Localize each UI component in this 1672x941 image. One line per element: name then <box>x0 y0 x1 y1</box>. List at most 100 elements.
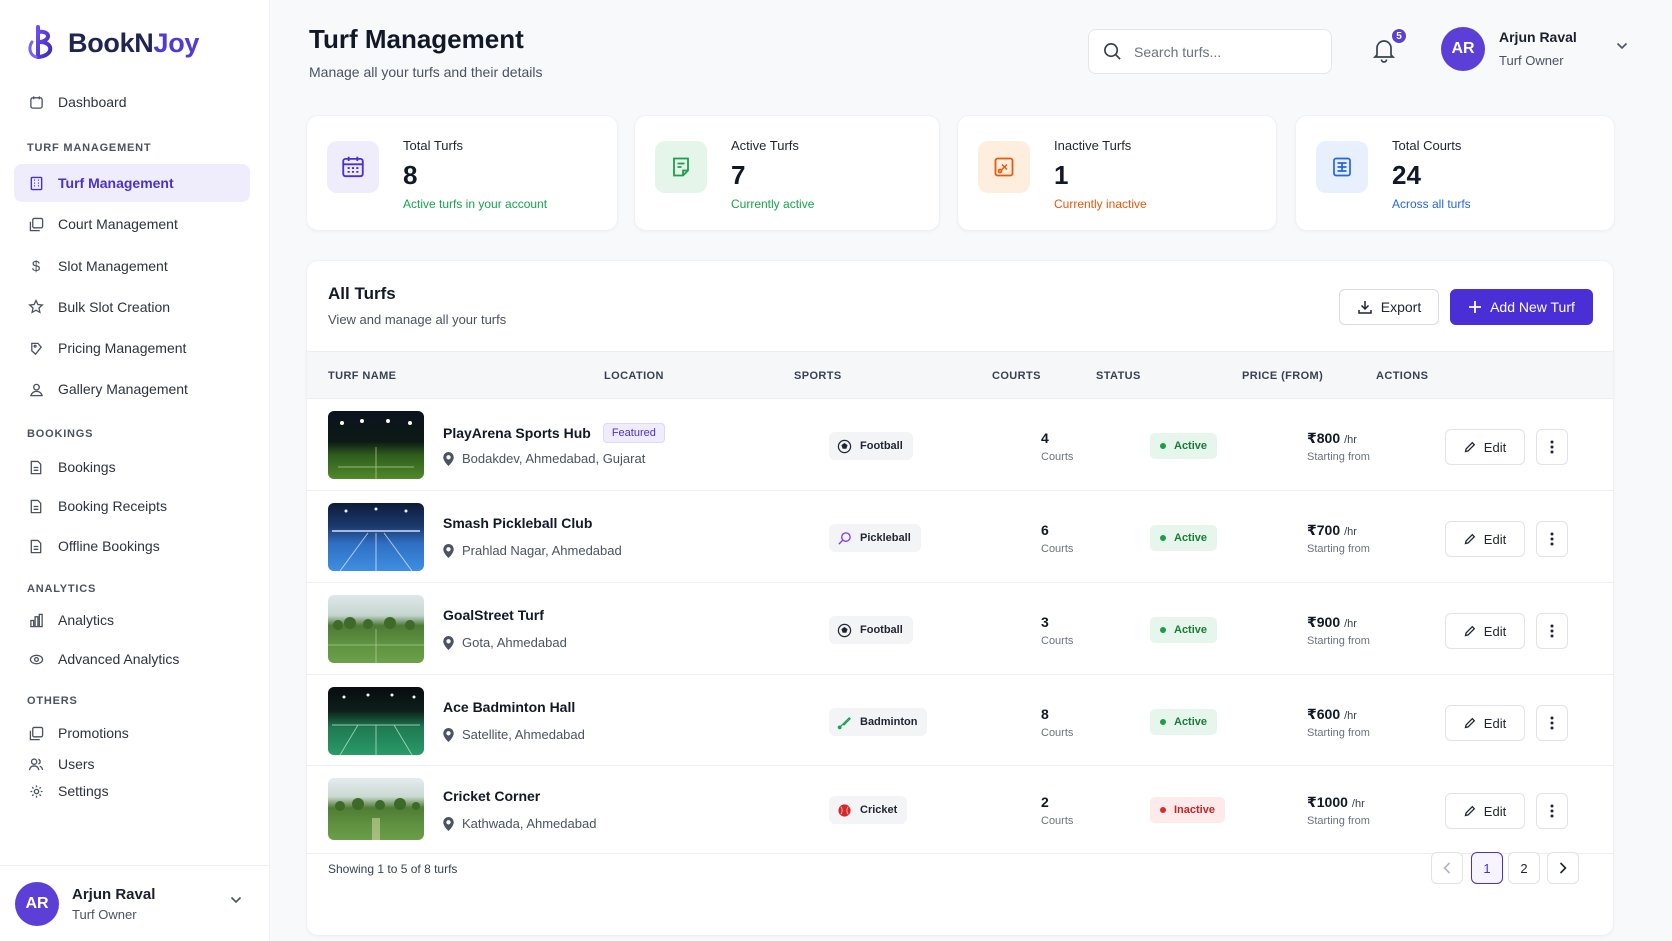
map-pin-icon <box>443 451 454 466</box>
page-button[interactable]: 2 <box>1508 852 1540 884</box>
sidebar-item-label: Settings <box>58 783 109 799</box>
stat-value: 7 <box>731 160 746 190</box>
sidebar-item-label: Users <box>58 756 95 772</box>
sidebar-item-label: Court Management <box>58 216 178 232</box>
more-options-button[interactable] <box>1536 705 1568 741</box>
sidebar-item-analytics[interactable]: Analytics <box>14 601 250 639</box>
courts-count: 8 <box>1041 706 1049 722</box>
edit-button[interactable]: Edit <box>1445 613 1525 649</box>
edit-button[interactable]: Edit <box>1445 793 1525 829</box>
stat-card-inactive-turfs: Inactive Turfs 1 Currently inactive <box>957 115 1277 231</box>
turf-thumbnail <box>328 595 424 663</box>
turf-thumbnail <box>328 778 424 840</box>
sidebar-item-slot-management[interactable]: $ Slot Management <box>14 247 250 285</box>
table-row[interactable]: GoalStreet Turf Gota, Ahmedabad Football… <box>307 583 1613 675</box>
col-turf-name: TURF NAME <box>328 370 397 382</box>
export-label: Export <box>1380 299 1422 315</box>
status-badge: Inactive <box>1150 797 1225 823</box>
turf-name[interactable]: PlayArena Sports Hub <box>443 425 591 441</box>
turf-name[interactable]: Cricket Corner <box>443 788 540 804</box>
stat-card-total-turfs: Total Turfs 8 Active turfs in your accou… <box>306 115 618 231</box>
turf-location: Bodakdev, Ahmedabad, Gujarat <box>443 451 645 466</box>
sidebar-item-booking-receipts[interactable]: Booking Receipts <box>14 487 250 525</box>
section-bookings: BOOKINGS <box>27 428 94 440</box>
price-note: Starting from <box>1307 543 1370 555</box>
more-options-button[interactable] <box>1536 429 1568 465</box>
turf-thumbnail <box>328 411 424 479</box>
turf-name[interactable]: Ace Badminton Hall <box>443 699 575 715</box>
sidebar-item-court-management[interactable]: Court Management <box>14 205 250 243</box>
more-options-button[interactable] <box>1536 521 1568 557</box>
table-row[interactable]: Cricket Corner Kathwada, Ahmedabad Crick… <box>307 766 1613 854</box>
col-sports: SPORTS <box>794 370 842 382</box>
kebab-menu-icon <box>1550 440 1554 454</box>
sidebar-item-label: Pricing Management <box>58 340 187 356</box>
page-button[interactable]: 1 <box>1471 852 1503 884</box>
price: ₹900/hr <box>1307 614 1357 630</box>
price: ₹600/hr <box>1307 706 1357 722</box>
sidebar-item-advanced-analytics[interactable]: Advanced Analytics <box>14 640 250 678</box>
table-row[interactable]: Ace Badminton Hall Satellite, Ahmedabad … <box>307 675 1613 766</box>
chevron-down-icon[interactable] <box>1616 42 1628 50</box>
dashboard-icon <box>28 94 44 110</box>
copy-icon <box>28 725 44 741</box>
export-button[interactable]: Export <box>1339 289 1439 325</box>
edit-button[interactable]: Edit <box>1445 521 1525 557</box>
notification-badge: 5 <box>1390 27 1408 45</box>
sidebar-item-bulk-slot-creation[interactable]: Bulk Slot Creation <box>14 288 250 326</box>
pencil-icon <box>1464 441 1476 453</box>
price-note: Starting from <box>1307 635 1370 647</box>
courts-count: 4 <box>1041 430 1049 446</box>
calendar-icon <box>327 141 379 193</box>
sidebar-item-bookings[interactable]: Bookings <box>14 448 250 486</box>
pencil-icon <box>1464 625 1476 637</box>
plus-icon <box>1469 301 1482 313</box>
more-options-button[interactable] <box>1536 613 1568 649</box>
football-icon <box>837 439 852 453</box>
featured-badge: Featured <box>602 423 665 443</box>
sidebar-item-turf-management[interactable]: Turf Management <box>14 164 250 202</box>
bar-chart-icon <box>28 612 44 628</box>
section-analytics: ANALYTICS <box>27 583 97 595</box>
sidebar-item-offline-bookings[interactable]: Offline Bookings <box>14 527 250 565</box>
sidebar-item-gallery-management[interactable]: Gallery Management <box>14 370 250 408</box>
sidebar-item-pricing-management[interactable]: Pricing Management <box>14 329 250 367</box>
stat-card-active-turfs: Active Turfs 7 Currently active <box>634 115 940 231</box>
sidebar-item-label: Booking Receipts <box>58 498 167 514</box>
sidebar-item-settings[interactable]: Settings <box>14 772 250 810</box>
search-box[interactable] <box>1088 29 1332 74</box>
avatar[interactable]: AR <box>1441 27 1485 71</box>
prev-page-button[interactable] <box>1431 852 1463 884</box>
pagination-summary: Showing 1 to 5 of 8 turfs <box>328 862 458 876</box>
edit-button[interactable]: Edit <box>1445 705 1525 741</box>
turf-name[interactable]: GoalStreet Turf <box>443 607 544 623</box>
brand[interactable]: BookNJoy <box>26 24 199 62</box>
col-status: STATUS <box>1096 370 1141 382</box>
price-note: Starting from <box>1307 815 1370 827</box>
stat-note: Active turfs in your account <box>403 197 548 211</box>
more-options-button[interactable] <box>1536 793 1568 829</box>
turf-name[interactable]: Smash Pickleball Club <box>443 515 592 531</box>
status-badge: Active <box>1150 525 1218 551</box>
sport-chip: Football <box>829 432 913 460</box>
chevron-down-icon[interactable] <box>230 896 242 904</box>
stat-label: Total Turfs <box>403 138 463 153</box>
table-row[interactable]: Smash Pickleball Club Prahlad Nagar, Ahm… <box>307 491 1613 583</box>
price: ₹700/hr <box>1307 522 1357 538</box>
search-input[interactable] <box>1134 43 1304 60</box>
user-role: Turf Owner <box>72 906 137 922</box>
sidebar-user-profile[interactable]: AR Arjun Raval Turf Owner <box>0 865 270 941</box>
col-courts: COURTS <box>992 370 1041 382</box>
edit-button[interactable]: Edit <box>1445 429 1525 465</box>
table-row[interactable]: PlayArena Sports Hub Featured Bodakdev, … <box>307 399 1613 491</box>
add-new-turf-button[interactable]: Add New Turf <box>1450 289 1593 325</box>
sidebar-item-dashboard[interactable]: Dashboard <box>14 83 250 121</box>
search-icon <box>1104 43 1121 60</box>
next-page-button[interactable] <box>1547 852 1579 884</box>
users-icon <box>28 756 44 772</box>
document-icon <box>28 538 44 554</box>
page-title: Turf Management <box>309 24 524 54</box>
turfs-table-panel: All Turfs View and manage all your turfs… <box>306 260 1614 936</box>
panel-title: All Turfs <box>328 284 396 303</box>
courts-label: Courts <box>1041 451 1074 463</box>
